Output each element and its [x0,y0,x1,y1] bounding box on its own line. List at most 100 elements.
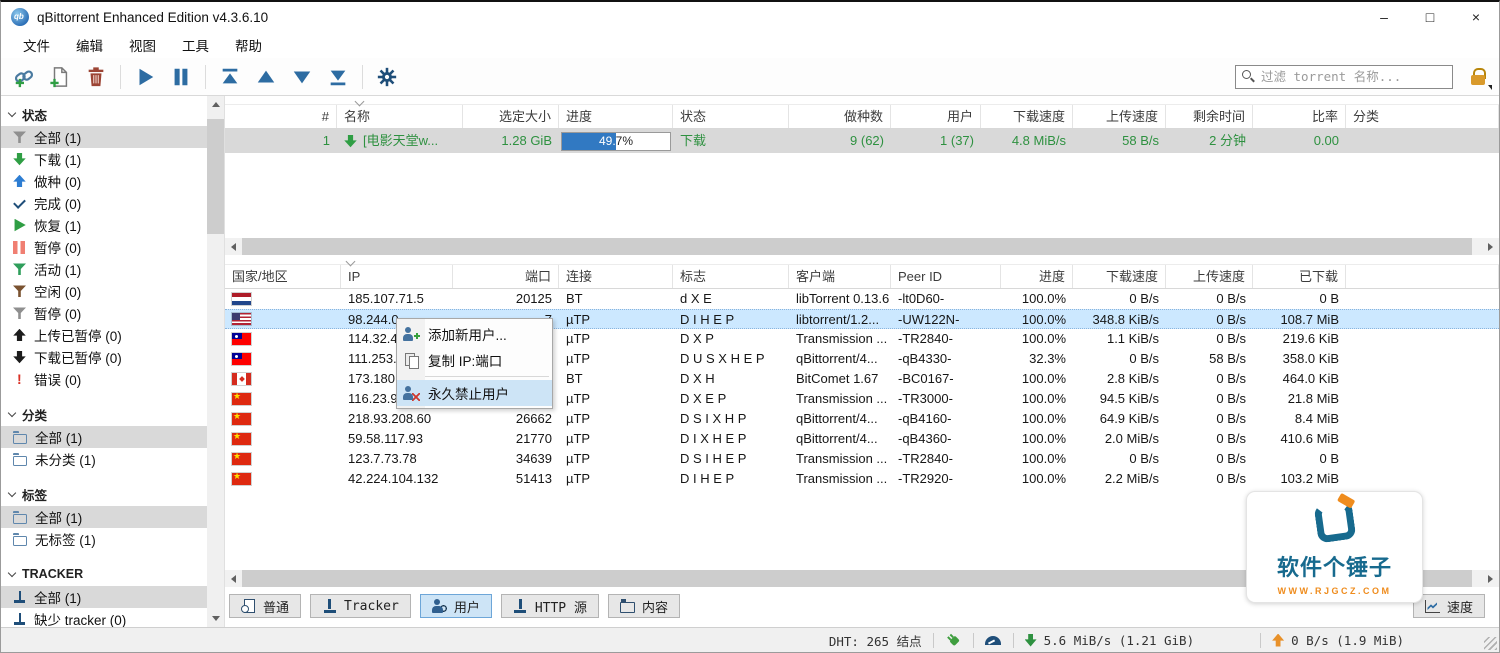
tab-button[interactable]: 内容 [608,594,680,618]
column-header[interactable]: 剩余时间 [1166,105,1253,128]
add-torrent-link-button[interactable] [9,63,39,91]
column-header[interactable]: 已下载 [1253,265,1346,288]
column-header[interactable]: 上传速度 [1073,105,1166,128]
scroll-right-button[interactable] [1482,238,1499,255]
tab-group-left: 普通 Tracker 用户 HTTP 源 内容 [229,594,680,618]
lock-button[interactable] [1465,64,1491,90]
sidebar-item[interactable]: 全部 (1) [1,586,207,608]
scroll-right-button[interactable] [1482,570,1499,587]
move-bottom-button[interactable] [323,63,353,91]
sidebar-item[interactable]: 活动 (1) [1,258,207,280]
sidebar-item[interactable]: 全部 (1) [1,506,207,528]
tab-button[interactable]: 普通 [229,594,301,618]
column-header[interactable]: 进度 [559,105,673,128]
column-header[interactable]: 上传速度 [1166,265,1253,288]
column-header[interactable]: 名称 [337,105,463,128]
scroll-up-button[interactable] [207,96,224,113]
sidebar-item[interactable]: 未分类 (1) [1,448,207,470]
torrent-row[interactable]: 1 [电影天堂w... 1.28 GiB 49.7% 49.7% 下载 9 (6… [225,129,1499,153]
context-menu-item[interactable]: 永久禁止用户 [397,380,552,406]
peer-ip: 185.107.71.5 [341,289,453,309]
context-menu-item[interactable]: 添加新用户... [397,321,552,347]
sidebar-item[interactable]: 无标签 (1) [1,528,207,550]
peer-row[interactable]: 218.93.208.60 26662 µTP D S I X H P qBit… [225,409,1499,429]
sidebar-item[interactable]: 暂停 (0) [1,236,207,258]
peer-row[interactable]: 42.224.104.132 51413 µTP D I H E P Trans… [225,469,1499,489]
tab-button[interactable]: HTTP 源 [501,594,599,618]
sidebar-item[interactable]: 缺少 tracker (0) [1,608,207,627]
scrollbar-thumb[interactable] [207,119,224,234]
move-up-button[interactable] [251,63,281,91]
scroll-left-button[interactable] [225,570,242,587]
column-header[interactable]: # [225,105,337,128]
column-header[interactable]: 下载速度 [1073,265,1166,288]
sidebar-section-status[interactable]: 状态 [1,102,207,126]
options-button[interactable] [372,63,402,91]
sidebar-item[interactable]: 下载已暂停 (0) [1,346,207,368]
add-torrent-file-button[interactable] [45,63,75,91]
scroll-left-button[interactable] [225,238,242,255]
column-header[interactable]: IP [341,265,453,288]
move-top-button[interactable] [215,63,245,91]
resume-button[interactable] [130,63,160,91]
column-header[interactable]: 进度 [1001,265,1073,288]
sidebar-item[interactable]: 下载 (1) [1,148,207,170]
sidebar-item[interactable]: 空闲 (0) [1,280,207,302]
column-header[interactable]: 端口 [453,265,559,288]
search-input[interactable] [1261,69,1446,84]
peer-ip: 59.58.117.93 [341,429,453,449]
peer-ul-speed: 0 B/s [1166,429,1253,449]
column-header[interactable]: 比率 [1253,105,1346,128]
column-header[interactable]: 选定大小 [463,105,559,128]
sidebar-section-tags[interactable]: 标签 [1,482,207,506]
upload-speed-status[interactable]: 0 B/s (1.9 MiB) [1272,633,1404,648]
close-button[interactable]: × [1453,2,1499,32]
menu-item[interactable]: 视图 [117,33,168,57]
sidebar-item[interactable]: 错误 (0) [1,368,207,390]
column-header[interactable]: Peer ID [891,265,1001,288]
column-header[interactable]: 状态 [673,105,789,128]
tab-button[interactable]: 用户 [420,594,492,618]
alt-speed-toggle-icon[interactable] [985,633,1002,647]
column-header[interactable]: 国家/地区 [225,265,341,288]
sidebar-item[interactable]: 完成 (0) [1,192,207,214]
menu-item[interactable]: 工具 [170,33,221,57]
column-header[interactable]: 用户 [891,105,981,128]
menu-item[interactable]: 文件 [11,33,62,57]
peer-row[interactable]: 59.58.117.93 21770 µTP D I X H E P qBitt… [225,429,1499,449]
column-header[interactable]: 做种数 [789,105,891,128]
sidebar-section-categories[interactable]: 分类 [1,402,207,426]
peer-row[interactable]: 185.107.71.5 20125 BT d X E libTorrent 0… [225,289,1499,309]
sidebar-scrollbar[interactable] [207,96,224,627]
sidebar-section-trackers[interactable]: TRACKER [1,562,207,586]
menu-item[interactable]: 编辑 [64,33,115,57]
delete-button[interactable] [81,63,111,91]
column-header[interactable]: 标志 [673,265,789,288]
move-down-button[interactable] [287,63,317,91]
tab-button[interactable]: Tracker [310,594,411,618]
menu-item[interactable]: 帮助 [223,33,274,57]
sidebar-item[interactable]: 做种 (0) [1,170,207,192]
sidebar-item[interactable]: 上传已暂停 (0) [1,324,207,346]
minimize-button[interactable]: – [1361,2,1407,32]
context-menu-item[interactable] [425,376,549,377]
tab-button-speed[interactable]: 速度 [1413,594,1485,618]
maximize-button[interactable]: □ [1407,2,1453,32]
column-header[interactable]: 连接 [559,265,673,288]
column-header[interactable]: 分类 [1346,105,1499,128]
scrollbar-thumb[interactable] [242,238,1472,255]
scroll-down-button[interactable] [207,610,224,627]
pause-button[interactable] [166,63,196,91]
column-header[interactable]: 客户端 [789,265,891,288]
sidebar-item[interactable]: 全部 (1) [1,426,207,448]
resize-grip[interactable] [1484,637,1497,650]
sidebar-item[interactable]: 恢复 (1) [1,214,207,236]
peer-row[interactable]: 123.7.73.78 34639 µTP D S I H E P Transm… [225,449,1499,469]
context-menu-item[interactable]: 复制 IP:端口 [397,347,552,373]
sidebar-item[interactable]: 全部 (1) [1,126,207,148]
torrent-hscrollbar[interactable] [225,238,1499,255]
download-speed-status[interactable]: 5.6 MiB/s (1.21 GiB) [1025,633,1250,648]
column-header[interactable]: 下载速度 [981,105,1073,128]
pane-splitter[interactable] [225,255,1499,264]
sidebar-item[interactable]: 暂停 (0) [1,302,207,324]
